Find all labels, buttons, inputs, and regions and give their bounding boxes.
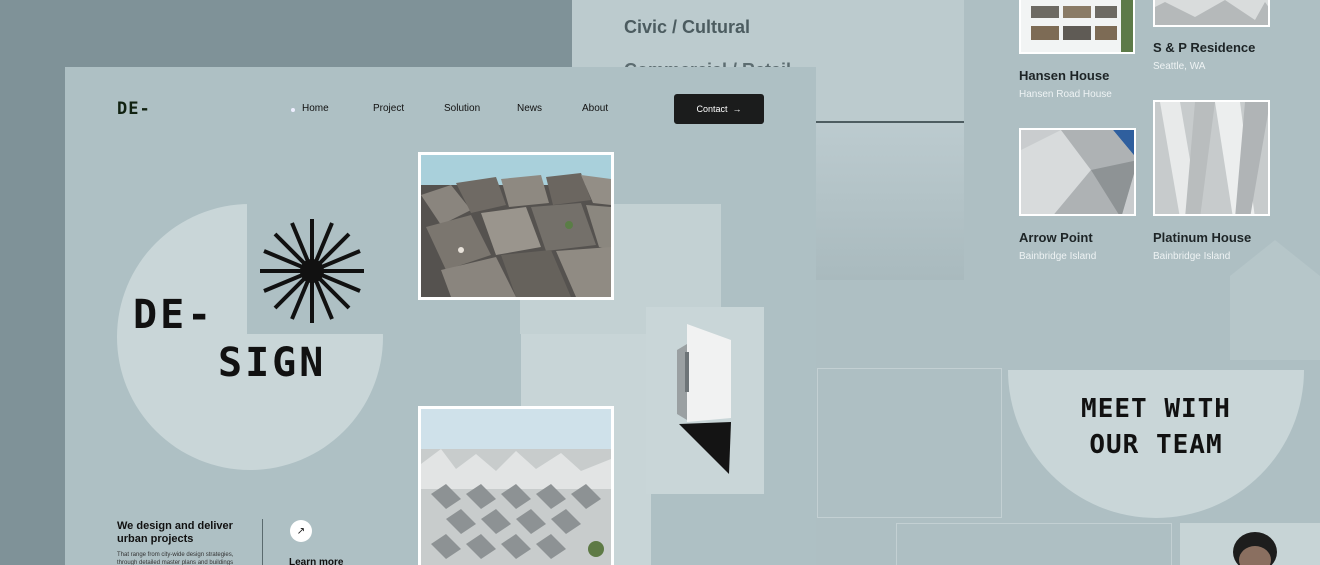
project-name[interactable]: Arrow Point <box>1019 230 1093 245</box>
nav-home[interactable]: Home <box>302 103 329 114</box>
arrow-right-icon: → <box>732 104 742 114</box>
outline-panel <box>817 368 1002 518</box>
nav-solution[interactable]: Solution <box>444 103 480 114</box>
sculpture-image[interactable] <box>671 322 735 478</box>
house-shape <box>1230 240 1320 360</box>
divider <box>262 519 263 565</box>
nav-news[interactable]: News <box>517 103 542 114</box>
category-civic[interactable]: Civic / Cultural <box>624 17 750 38</box>
team-member-photo <box>1233 532 1277 565</box>
project-name[interactable]: Platinum House <box>1153 230 1251 245</box>
description: That range from city-wide design strateg… <box>117 552 234 565</box>
nav-about[interactable]: About <box>582 103 608 114</box>
logo[interactable]: DE- <box>117 99 151 119</box>
project-location: Bainbridge Island <box>1019 251 1097 262</box>
hero-title-line1: DE- <box>133 292 215 338</box>
sunburst-icon <box>260 219 364 323</box>
team-heading-line1: MEET WITH <box>1081 394 1231 424</box>
project-image-hansen[interactable] <box>1019 0 1135 54</box>
learn-more-link[interactable]: Learn more <box>289 557 343 565</box>
project-location: Seattle, WA <box>1153 61 1206 72</box>
project-location: Bainbridge Island <box>1153 251 1231 262</box>
project-image-platinum[interactable] <box>1153 100 1270 216</box>
nav-project[interactable]: Project <box>373 103 404 114</box>
main-page: DE- Home Project Solution News About Con… <box>65 67 816 565</box>
project-location: Hansen Road House <box>1019 89 1112 100</box>
architecture-image-1[interactable] <box>418 152 614 300</box>
project-name[interactable]: S & P Residence <box>1153 40 1255 55</box>
tagline: We design and deliver urban projects <box>117 520 233 545</box>
project-name[interactable]: Hansen House <box>1019 68 1109 83</box>
contact-label: Contact <box>696 104 728 114</box>
project-image-sp[interactable] <box>1153 0 1270 27</box>
hero-title-line2: SIGN <box>218 340 327 386</box>
team-section: MEET WITH OUR TEAM <box>1008 370 1304 518</box>
project-image-arrow[interactable] <box>1019 128 1136 216</box>
outline-panel <box>896 523 1172 565</box>
team-heading-line2: OUR TEAM <box>1089 430 1223 460</box>
contact-button[interactable]: Contact → <box>674 94 764 124</box>
active-nav-dot <box>291 108 295 112</box>
architecture-image-2[interactable] <box>418 406 614 565</box>
arrow-up-right-icon[interactable]: ↗ <box>290 520 312 542</box>
